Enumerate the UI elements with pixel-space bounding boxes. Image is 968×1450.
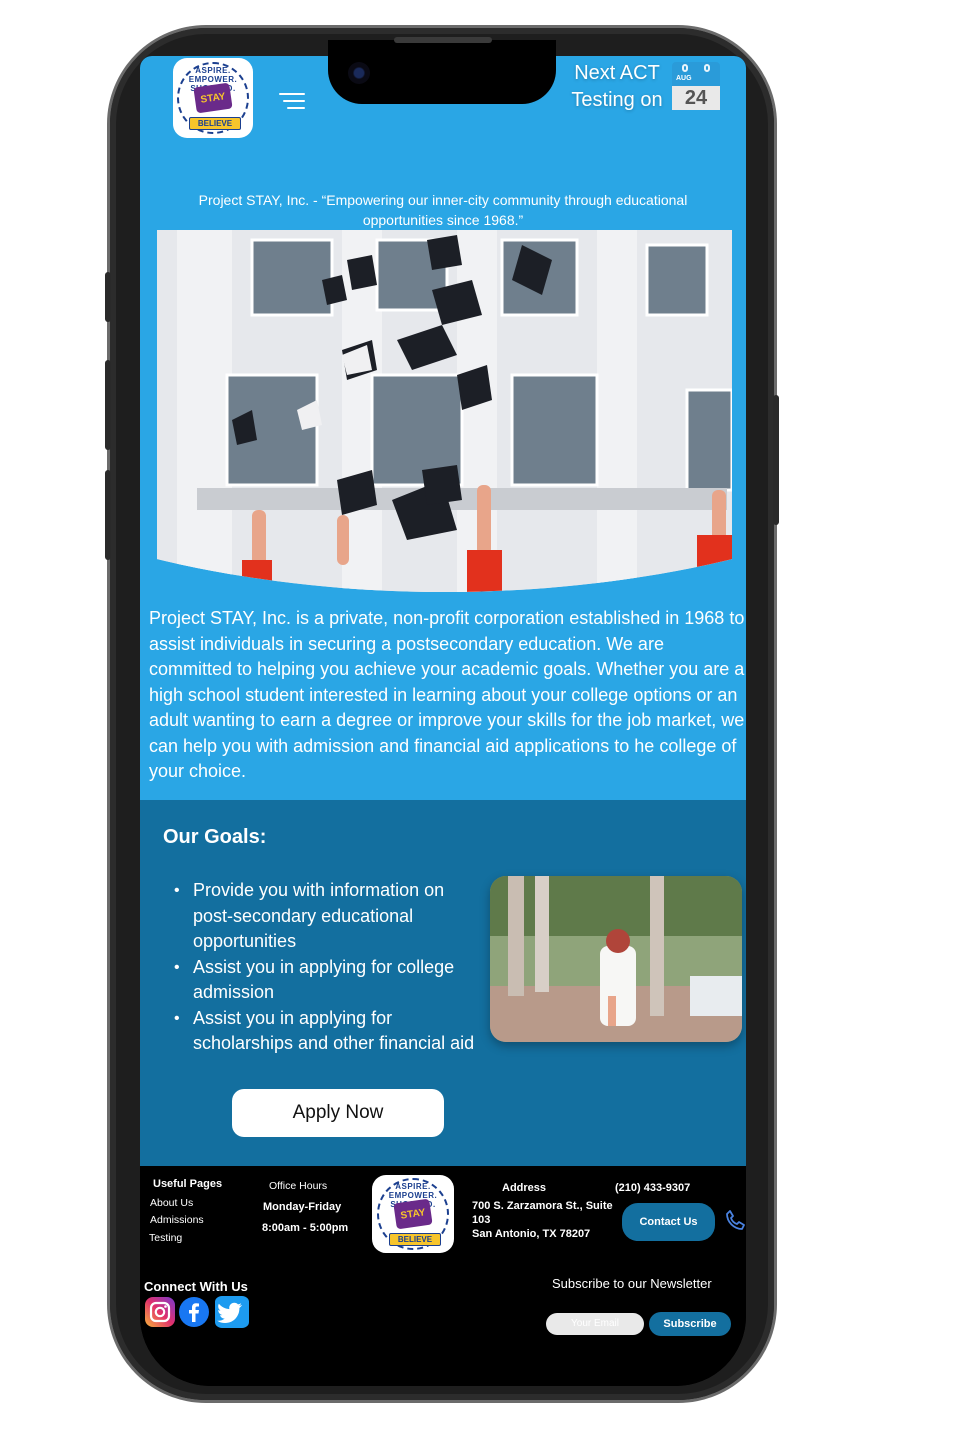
phone-number[interactable]: (210) 433-9307 bbox=[615, 1182, 690, 1194]
goal-item: Provide you with information on post-sec… bbox=[172, 878, 482, 955]
useful-pages-title: Useful Pages bbox=[153, 1178, 223, 1190]
office-hours-title: Office Hours bbox=[269, 1180, 328, 1192]
act-testing-notice[interactable]: Next ACT Testing on AUG 24 bbox=[558, 56, 746, 116]
goal-item: Assist you in applying for scholarships … bbox=[172, 1006, 482, 1057]
logo-banner: BELIEVE bbox=[389, 1233, 441, 1246]
newsletter-title: Subscribe to our Newsletter bbox=[552, 1276, 712, 1291]
menu-icon[interactable] bbox=[279, 93, 305, 109]
goals-section: Our Goals: Provide you with information … bbox=[140, 800, 746, 1166]
address-line-2: 103 bbox=[472, 1214, 491, 1226]
tagline: Project STAY, Inc. - “Empowering our inn… bbox=[198, 192, 688, 228]
footer-link-testing[interactable]: Testing bbox=[149, 1232, 182, 1244]
goals-title: Our Goals: bbox=[163, 826, 267, 848]
phone-icon[interactable] bbox=[725, 1209, 745, 1231]
act-text: Next ACT Testing on bbox=[562, 60, 672, 114]
facebook-icon[interactable] bbox=[178, 1296, 210, 1328]
twitter-icon[interactable] bbox=[214, 1296, 250, 1328]
logo-core: STAY bbox=[393, 1198, 433, 1230]
address-line-3: San Antonio, TX 78207 bbox=[472, 1228, 591, 1240]
goals-list: Provide you with information on post-sec… bbox=[172, 878, 482, 1057]
email-input[interactable]: Your Email bbox=[546, 1313, 644, 1335]
goal-item: Assist you in applying for college admis… bbox=[172, 955, 482, 1006]
connect-title: Connect With Us bbox=[144, 1279, 248, 1294]
phone-screen: ASPIRE. EMPOWER. SUCCEED. STAY BELIEVE N… bbox=[140, 56, 746, 1386]
volume-down-button bbox=[105, 470, 111, 560]
mute-switch bbox=[105, 272, 111, 322]
logo-ring: ASPIRE. EMPOWER. SUCCEED. STAY BELIEVE bbox=[177, 62, 249, 134]
phone-speaker bbox=[394, 37, 492, 43]
hero-section: ASPIRE. EMPOWER. SUCCEED. STAY BELIEVE N… bbox=[140, 56, 746, 800]
front-camera-icon bbox=[348, 62, 370, 84]
logo-banner: BELIEVE bbox=[189, 117, 241, 130]
site-footer: Useful Pages About Us Admissions Testing… bbox=[140, 1166, 746, 1386]
footer-link-about[interactable]: About Us bbox=[150, 1197, 193, 1209]
project-stay-logo[interactable]: ASPIRE. EMPOWER. SUCCEED. STAY BELIEVE bbox=[173, 58, 253, 138]
subscribe-button[interactable]: Subscribe bbox=[649, 1312, 731, 1336]
calendar-day: 24 bbox=[672, 86, 720, 110]
footer-logo[interactable]: ASPIRE. EMPOWER. SUCCEED. STAY BELIEVE bbox=[372, 1175, 454, 1253]
logo-core: STAY bbox=[193, 82, 233, 114]
act-line-2: Testing on bbox=[571, 89, 663, 111]
volume-up-button bbox=[105, 360, 111, 450]
office-hours-days: Monday-Friday bbox=[263, 1201, 342, 1213]
footer-link-admissions[interactable]: Admissions bbox=[150, 1214, 204, 1226]
intro-paragraph: Project STAY, Inc. is a private, non-pro… bbox=[149, 608, 745, 781]
office-hours-time: 8:00am - 5:00pm bbox=[262, 1222, 349, 1234]
instagram-icon[interactable] bbox=[144, 1296, 176, 1328]
contact-us-button[interactable]: Contact Us bbox=[622, 1203, 715, 1241]
act-line-1: Next ACT bbox=[574, 62, 660, 84]
address-title: Address bbox=[502, 1182, 547, 1194]
calendar-icon: AUG 24 bbox=[672, 62, 720, 110]
apply-now-button[interactable]: Apply Now bbox=[232, 1089, 444, 1137]
graduate-photo bbox=[490, 876, 742, 1042]
calendar-month: AUG bbox=[676, 75, 692, 82]
phone-notch bbox=[328, 40, 556, 104]
logo-ring: ASPIRE. EMPOWER. SUCCEED. STAY BELIEVE bbox=[377, 1178, 449, 1250]
graduation-caps-photo bbox=[157, 230, 732, 592]
power-button bbox=[773, 395, 779, 525]
address-line-1: 700 S. Zarzamora St., Suite bbox=[472, 1200, 613, 1212]
